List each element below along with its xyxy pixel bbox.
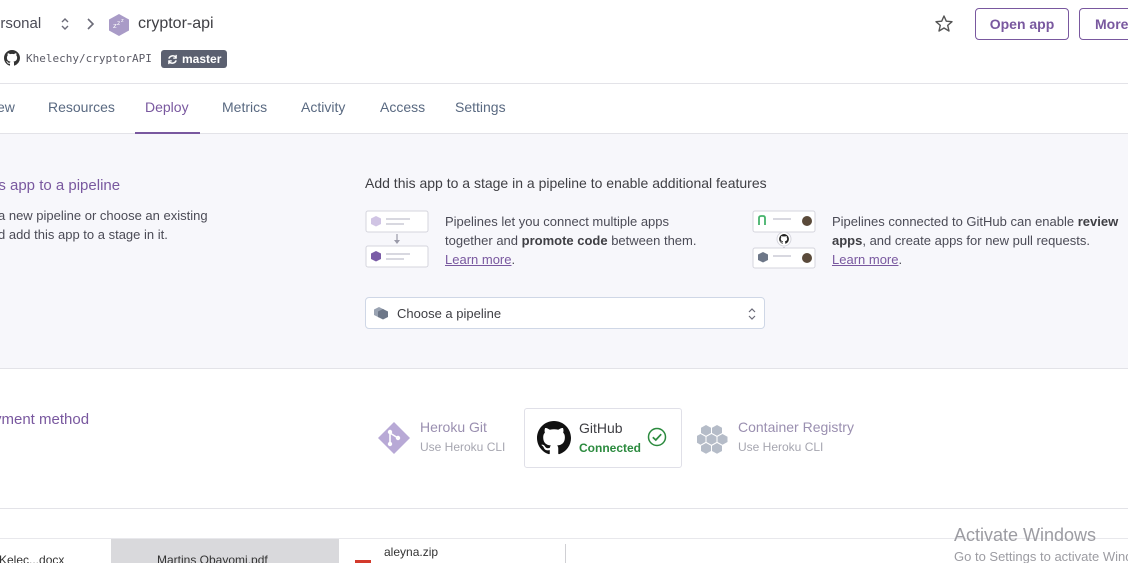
more-button[interactable]: More [1079, 8, 1128, 40]
tab-access[interactable]: Access [380, 99, 425, 115]
tab-overview[interactable]: ew [0, 99, 15, 115]
container-registry-icon [697, 425, 728, 454]
feature-text: apps, and create apps for new pull reque… [832, 231, 1128, 250]
method-subtitle: Use Heroku CLI [738, 440, 824, 454]
download-item[interactable]: Kelec...docx [0, 539, 110, 563]
feature-learn-more-row: Learn more. [832, 250, 1128, 269]
method-github[interactable]: GitHub Connected [524, 408, 682, 468]
pipeline-desc-line: d add this app to a stage in it. [0, 227, 168, 242]
github-icon [4, 50, 20, 66]
pipeline-feature-promote: Pipelines let you connect multiple apps … [445, 212, 735, 269]
open-app-button[interactable]: Open app [975, 8, 1069, 40]
feature-text-bold: apps [832, 233, 863, 248]
method-name: Heroku Git [420, 419, 487, 435]
pipeline-section: is app to a pipeline a new pipeline or c… [0, 134, 1128, 369]
feature-learn-more-row: Learn more. [445, 250, 735, 269]
feature-text-dot: . [898, 252, 903, 267]
download-filename: aleyna.zip [384, 545, 439, 559]
learn-more-link[interactable]: Learn more [445, 252, 511, 267]
pipeline-section-title: is app to a pipeline [0, 177, 121, 194]
download-item[interactable]: Martins Obayomi.pdf [111, 539, 339, 563]
pipeline-feature-review-apps: Pipelines connected to GitHub can enable… [832, 212, 1128, 269]
pipeline-select-label: Choose a pipeline [397, 305, 502, 321]
chevron-right-icon [87, 18, 95, 30]
feature-text: Pipelines connected to GitHub can enable… [832, 212, 1128, 231]
updown-chevron-icon[interactable] [60, 16, 70, 32]
team-switcher[interactable]: ersonal [0, 15, 41, 32]
pipeline-desc-line: a new pipeline or choose an existing [0, 208, 208, 223]
deployment-method-title: yment method [0, 411, 90, 428]
method-status: Connected [579, 441, 642, 455]
github-icon [537, 421, 571, 455]
download-filename: Martins Obayomi.pdf [157, 553, 268, 563]
pipeline-promote-illustration [365, 210, 429, 268]
method-name: Container Registry [738, 419, 854, 435]
pipeline-section-description: a new pipeline or choose an existing d a… [0, 206, 238, 244]
repo-link[interactable]: Khelechy/cryptorAPI [26, 52, 152, 65]
feature-text: Pipelines let you connect multiple apps [445, 214, 670, 229]
svg-text:z: z [121, 18, 124, 24]
download-separator [565, 544, 566, 563]
branch-badge: master [161, 50, 228, 68]
feature-text-part: Pipelines connected to GitHub can enable [832, 214, 1078, 229]
feature-text-part: between them. [607, 233, 697, 248]
pipeline-github-illustration [752, 210, 816, 269]
activate-windows-subtext: Go to Settings to activate Windows. [954, 549, 1128, 563]
feature-text-bold: promote code [521, 233, 608, 248]
tab-settings[interactable]: Settings [455, 99, 506, 115]
app-name: cryptor-api [138, 15, 214, 32]
updown-chevron-icon [748, 308, 756, 320]
feature-text: together and promote code between them. [445, 231, 735, 250]
pipeline-heading: Add this app to a stage in a pipeline to… [365, 175, 767, 191]
app-hexagon-icon: z z z [109, 14, 129, 36]
app-tabs: ew Resources Deploy Metrics Activity Acc… [0, 84, 1128, 134]
method-subtitle: Use Heroku CLI [420, 440, 506, 454]
pipeline-icon [374, 307, 388, 320]
download-item[interactable]: aleyna.zip [340, 539, 565, 563]
branch-name: master [182, 52, 222, 66]
feature-text-part: together and [445, 233, 522, 248]
check-circle-icon [647, 427, 667, 447]
feature-text-dot: . [511, 252, 516, 267]
pipeline-select[interactable]: Choose a pipeline [365, 297, 765, 329]
deployment-method-section: yment method Heroku Git Use Heroku CLI G… [0, 369, 1128, 509]
method-container-registry[interactable]: Container Registry Use Heroku CLI [687, 408, 887, 468]
tab-deploy[interactable]: Deploy [145, 99, 189, 115]
tab-activity[interactable]: Activity [301, 99, 345, 115]
tab-metrics[interactable]: Metrics [222, 99, 267, 115]
svg-text:z: z [117, 20, 120, 27]
sync-icon [168, 54, 177, 64]
learn-more-link[interactable]: Learn more [832, 252, 898, 267]
git-icon [378, 422, 410, 454]
method-heroku-git[interactable]: Heroku Git Use Heroku CLI [365, 408, 515, 468]
app-header: ersonal z z z cryptor-api Khelechy/crypt… [0, 0, 1128, 84]
tab-resources[interactable]: Resources [48, 99, 115, 115]
activate-windows-watermark: Activate Windows [954, 525, 1097, 545]
star-icon[interactable] [934, 14, 954, 34]
feature-text-bold: review [1077, 214, 1119, 229]
feature-text-part: , and create apps for new pull requests. [862, 233, 1090, 248]
download-filename: Kelec...docx [0, 553, 65, 563]
method-name: GitHub [579, 420, 623, 436]
